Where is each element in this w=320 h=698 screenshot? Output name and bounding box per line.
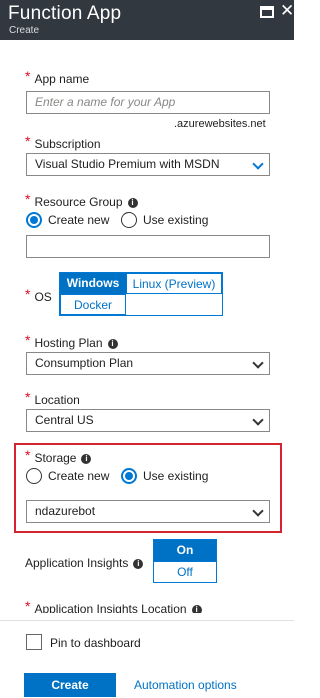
- chevron-down-icon: [252, 357, 264, 369]
- create-button[interactable]: Create: [24, 673, 116, 697]
- info-icon[interactable]: i: [133, 559, 144, 569]
- subscription-label: * Subscription: [25, 133, 101, 151]
- maximize-icon[interactable]: [260, 6, 274, 18]
- footer-divider: [0, 620, 294, 621]
- pin-to-dashboard-checkbox[interactable]: [26, 634, 42, 650]
- radio-selected-icon: [121, 468, 137, 484]
- storage-label: * Storage i: [25, 447, 92, 465]
- storage-use-existing-radio[interactable]: Use existing: [121, 468, 208, 484]
- radio-selected-icon: [26, 212, 42, 228]
- required-asterisk: *: [25, 191, 31, 207]
- app-insights-label: Application Insights i: [25, 556, 144, 570]
- required-asterisk: *: [25, 332, 31, 348]
- location-dropdown[interactable]: Central US: [26, 409, 270, 432]
- blade-subtitle: Create: [9, 25, 40, 36]
- app-insights-toggle-group: On Off: [153, 539, 217, 583]
- storage-create-new-radio[interactable]: Create new: [26, 468, 109, 484]
- os-label: * OS: [25, 286, 52, 304]
- resource-group-label: * Resource Group i: [25, 191, 138, 209]
- required-asterisk: *: [25, 68, 31, 84]
- subscription-value: Visual Studio Premium with MSDN: [35, 157, 220, 171]
- storage-dropdown[interactable]: ndazurebot: [26, 500, 270, 523]
- chevron-down-icon: [252, 158, 264, 170]
- location-value: Central US: [35, 413, 94, 427]
- scroll-clip: [0, 613, 294, 620]
- radio-label: Use existing: [143, 213, 209, 227]
- radio-label: Create new: [48, 469, 110, 483]
- chevron-down-icon: [252, 414, 264, 426]
- info-icon[interactable]: i: [127, 198, 138, 208]
- required-asterisk: *: [25, 598, 31, 614]
- os-option-linux[interactable]: Linux (Preview): [126, 273, 222, 294]
- location-label: * Location: [25, 389, 80, 407]
- blade-header: Function App Create ✕: [0, 0, 294, 40]
- required-asterisk: *: [25, 447, 31, 463]
- app-name-label: * App name: [25, 68, 90, 86]
- radio-label: Use existing: [143, 469, 209, 483]
- os-option-docker[interactable]: Docker: [60, 294, 126, 315]
- app-insights-on[interactable]: On: [154, 540, 216, 561]
- app-insights-off[interactable]: Off: [154, 561, 216, 582]
- pin-to-dashboard-label: Pin to dashboard: [50, 636, 141, 650]
- resource-group-input[interactable]: [26, 235, 270, 258]
- hosting-plan-dropdown[interactable]: Consumption Plan: [26, 352, 270, 375]
- required-asterisk: *: [25, 286, 31, 302]
- required-asterisk: *: [25, 389, 31, 405]
- hosting-plan-label: * Hosting Plan i: [25, 332, 118, 350]
- info-icon[interactable]: i: [81, 454, 92, 464]
- radio-unselected-icon: [26, 468, 42, 484]
- close-icon[interactable]: ✕: [280, 2, 294, 19]
- resource-group-create-new-radio[interactable]: Create new: [26, 212, 109, 228]
- radio-unselected-icon: [121, 212, 137, 228]
- blade-title: Function App: [8, 3, 122, 24]
- subscription-dropdown[interactable]: Visual Studio Premium with MSDN: [26, 153, 270, 176]
- os-toggle-group: Windows Linux (Preview) Docker: [59, 272, 223, 316]
- radio-label: Create new: [48, 213, 110, 227]
- app-name-suffix: .azurewebsites.net: [174, 118, 266, 130]
- os-option-windows[interactable]: Windows: [60, 273, 126, 294]
- hosting-plan-value: Consumption Plan: [35, 356, 134, 370]
- chevron-down-icon: [252, 505, 264, 517]
- storage-value: ndazurebot: [35, 504, 96, 518]
- automation-options-link[interactable]: Automation options: [134, 678, 237, 692]
- app-name-input[interactable]: Enter a name for your App: [26, 91, 270, 114]
- info-icon[interactable]: i: [107, 339, 118, 349]
- resource-group-use-existing-radio[interactable]: Use existing: [121, 212, 208, 228]
- required-asterisk: *: [25, 133, 31, 149]
